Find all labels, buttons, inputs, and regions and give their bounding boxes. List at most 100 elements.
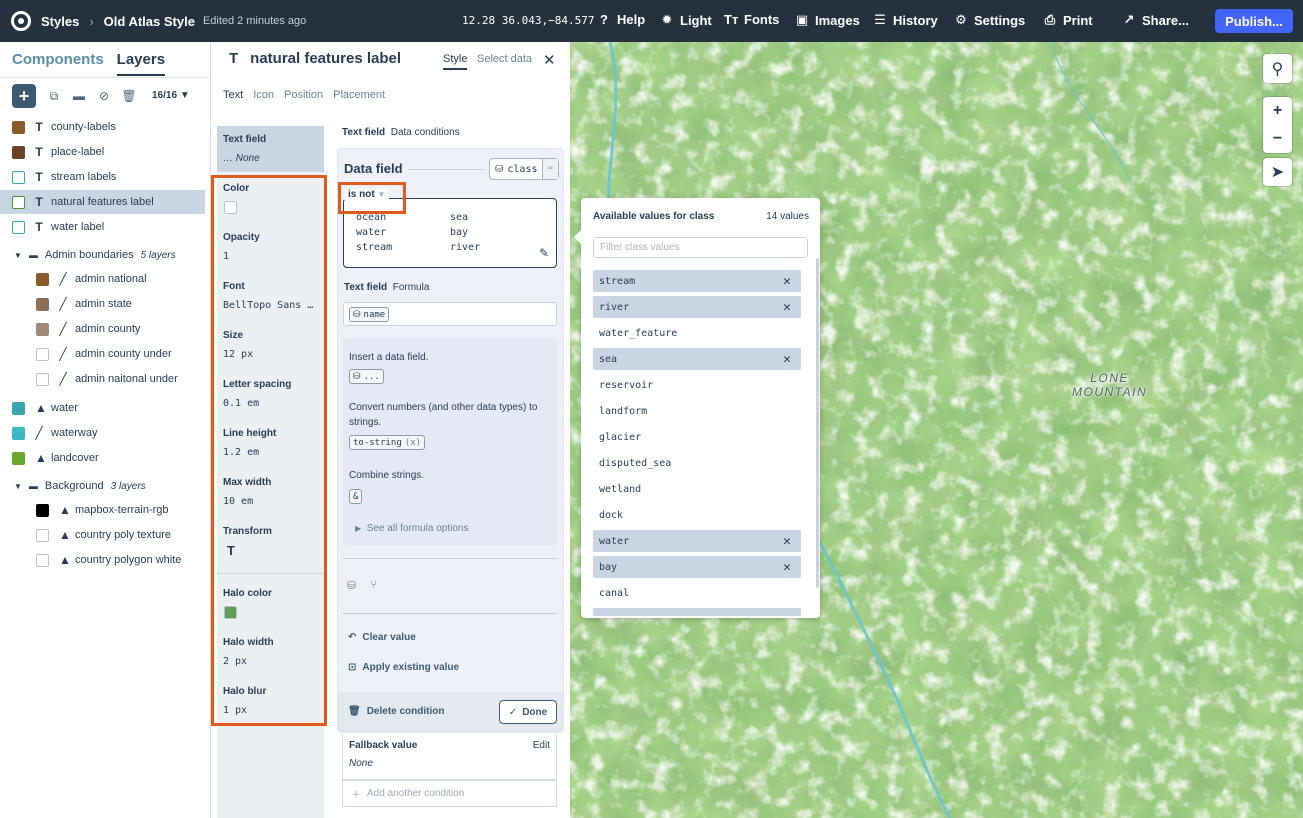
layer-row[interactable]: ╱ admin state: [0, 292, 205, 316]
close-icon[interactable]: ✕: [543, 51, 556, 69]
fonts-button[interactable]: Tт Fonts: [724, 12, 779, 27]
layer-row[interactable]: Tnatural features label: [0, 190, 205, 214]
group-admin-boundaries[interactable]: ▼ ▬ Admin boundaries 5 layers: [14, 249, 176, 261]
value-option[interactable]: reservoir: [593, 374, 801, 396]
share-button[interactable]: ↗ Share...: [1122, 12, 1189, 28]
to-string-token[interactable]: to-string (x): [349, 435, 426, 450]
tab-components[interactable]: Components: [12, 51, 104, 76]
formula-input[interactable]: ⛁ name: [343, 302, 557, 326]
layer-row[interactable]: Twater label: [0, 215, 205, 239]
layer-color-swatch[interactable]: [36, 503, 49, 517]
layer-color-swatch[interactable]: [36, 528, 49, 542]
value-option[interactable]: canal: [593, 582, 801, 604]
value-option[interactable]: wetland: [593, 478, 801, 500]
done-button[interactable]: ✓ Done: [499, 700, 557, 724]
compass-icon[interactable]: ➤: [1263, 158, 1292, 186]
remove-value-icon[interactable]: ✕: [783, 612, 791, 617]
value-option[interactable]: disputed_sea: [593, 452, 801, 474]
remove-value-icon[interactable]: ✕: [783, 560, 791, 575]
folder-icon[interactable]: ▬: [72, 89, 86, 103]
delete-condition-button[interactable]: 🗑 Delete condition: [348, 706, 445, 717]
value-option[interactable]: river ✕: [593, 296, 801, 318]
expand-icon[interactable]: ❛❛: [542, 159, 558, 179]
layer-row[interactable]: ╱ admin county under: [0, 342, 205, 366]
layer-row[interactable]: Tplace-label: [0, 140, 205, 164]
layer-row[interactable]: ╱ admin naitonal under: [0, 367, 205, 391]
value-option[interactable]: glacier: [593, 426, 801, 448]
layer-row[interactable]: ▲ country polygon white: [0, 548, 205, 572]
add-condition-button[interactable]: ＋ Add another condition: [342, 780, 557, 807]
add-layer-button[interactable]: +: [12, 84, 36, 108]
layer-color-swatch[interactable]: [36, 272, 49, 286]
breadcrumb-styles[interactable]: Styles: [41, 14, 79, 29]
layer-row[interactable]: ▲ mapbox-terrain-rgb: [0, 498, 205, 522]
layer-color-swatch[interactable]: [12, 451, 25, 465]
tab-layers[interactable]: Layers: [116, 51, 166, 76]
layer-row[interactable]: ▲ country poly texture: [0, 523, 205, 547]
formula-token[interactable]: ⛁ name: [349, 307, 390, 322]
clear-value-button[interactable]: ↶ Clear value: [348, 632, 416, 643]
layer-row[interactable]: ╱ admin national: [0, 267, 205, 291]
property-text-field[interactable]: [217, 126, 324, 172]
layer-row[interactable]: ╱ admin county: [0, 317, 205, 341]
apply-existing-value-button[interactable]: ⊡ Apply existing value: [348, 662, 459, 673]
layer-color-swatch[interactable]: [36, 553, 49, 567]
layer-color-swatch[interactable]: [36, 297, 49, 311]
subtab-text[interactable]: Text: [223, 89, 243, 101]
value-option[interactable]: bay ✕: [593, 556, 801, 578]
help-button[interactable]: ? Help: [597, 12, 645, 27]
tab-style[interactable]: Style: [443, 53, 468, 70]
subtab-placement[interactable]: Placement: [333, 89, 385, 101]
see-all-formula-options[interactable]: ▶ See all formula options: [355, 523, 468, 534]
filter-icon[interactable]: ▼: [180, 90, 190, 101]
layer-count[interactable]: 16/16 ▼: [152, 90, 190, 101]
layer-color-swatch[interactable]: [12, 170, 25, 184]
search-icon[interactable]: ⚲: [1263, 54, 1292, 83]
tab-select-data[interactable]: Select data: [477, 53, 532, 65]
combine-token[interactable]: &: [349, 489, 363, 504]
insert-field-token[interactable]: ⛁...: [349, 369, 384, 384]
duplicate-icon[interactable]: ⧉: [47, 89, 61, 103]
value-option[interactable]: landform: [593, 400, 801, 422]
layer-color-swatch[interactable]: [12, 145, 25, 159]
images-button[interactable]: ▣ Images: [795, 12, 860, 28]
style-name[interactable]: Old Atlas Style: [104, 14, 195, 29]
layer-row[interactable]: ▲ water: [0, 396, 205, 420]
trash-icon[interactable]: 🗑: [121, 89, 136, 103]
filter-values-input[interactable]: Filter class values: [593, 237, 808, 258]
value-option[interactable]: stream ✕: [593, 270, 801, 292]
layer-row[interactable]: Tcounty-labels: [0, 115, 205, 139]
scrollbar[interactable]: [816, 258, 819, 588]
group-background[interactable]: ▼ ▬ Background 3 layers: [14, 480, 146, 492]
mapbox-logo-icon[interactable]: [11, 11, 31, 31]
fallback-value[interactable]: Fallback value Edit None: [342, 734, 557, 780]
settings-button[interactable]: ⚙ Settings: [954, 12, 1025, 28]
database-icon[interactable]: ⛁: [347, 579, 356, 592]
layer-row[interactable]: ▲ landcover: [0, 446, 205, 470]
remove-value-icon[interactable]: ✕: [783, 300, 791, 315]
print-button[interactable]: ⎙ Print: [1043, 12, 1093, 28]
branch-icon[interactable]: ⑂: [370, 579, 377, 592]
hide-icon[interactable]: ⊘: [97, 89, 111, 103]
layer-color-swatch[interactable]: [36, 372, 49, 386]
layer-row[interactable]: ╱ waterway: [0, 421, 205, 445]
layer-color-swatch[interactable]: [36, 322, 49, 336]
layer-color-swatch[interactable]: [12, 220, 25, 234]
publish-button[interactable]: Publish...: [1215, 9, 1293, 33]
remove-value-icon[interactable]: ✕: [783, 534, 791, 549]
light-button[interactable]: ✹ Light: [660, 12, 712, 28]
layer-color-swatch[interactable]: [36, 347, 49, 361]
layer-color-swatch[interactable]: [12, 195, 25, 209]
layer-color-swatch[interactable]: [12, 120, 25, 134]
value-option[interactable]: water ✕: [593, 530, 801, 552]
history-button[interactable]: ☰ History: [873, 12, 938, 28]
value-option[interactable]: dock: [593, 504, 801, 526]
remove-value-icon[interactable]: ✕: [783, 352, 791, 367]
value-option[interactable]: ocean ✕: [593, 608, 801, 616]
value-option[interactable]: sea ✕: [593, 348, 801, 370]
layer-row[interactable]: Tstream labels: [0, 165, 205, 189]
data-field-select[interactable]: ⛁ class ❛❛: [489, 158, 559, 180]
subtab-position[interactable]: Position: [284, 89, 323, 101]
pencil-icon[interactable]: ✎: [539, 246, 549, 260]
value-option[interactable]: water_feature: [593, 322, 801, 344]
